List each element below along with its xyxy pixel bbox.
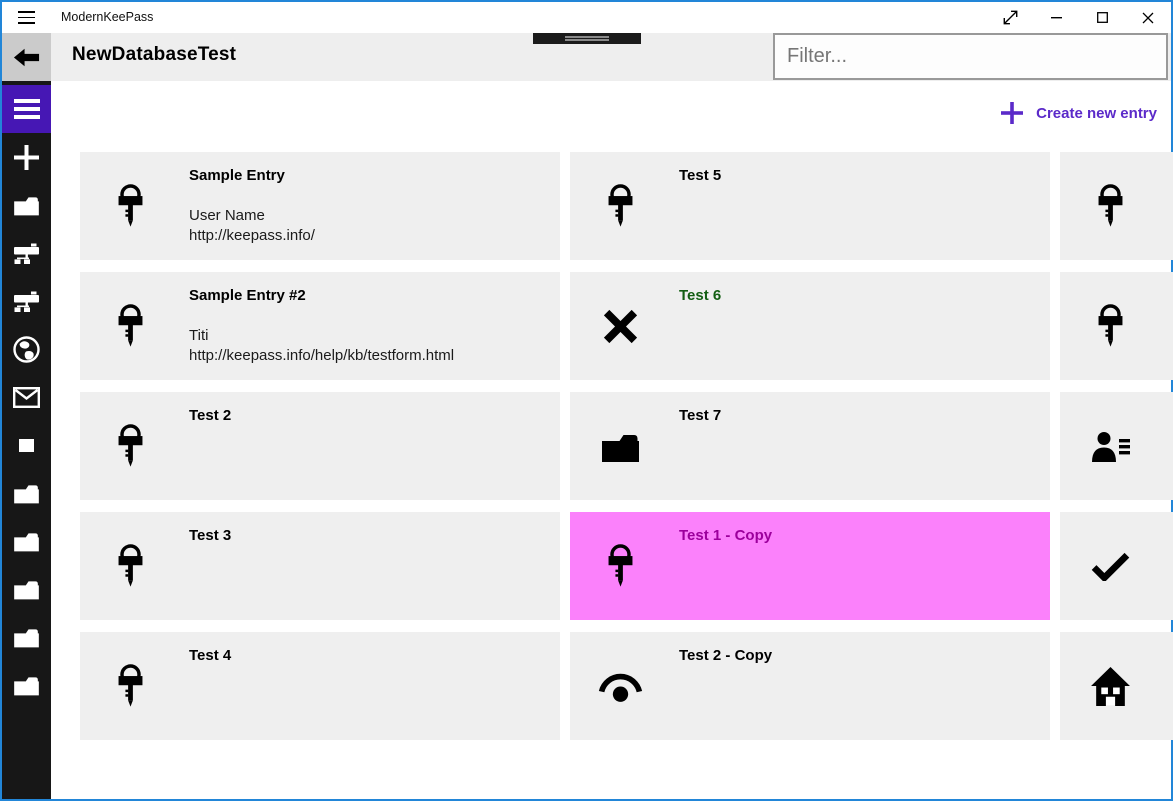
key-icon	[119, 544, 141, 587]
sidebar-item-folder-1[interactable]	[2, 469, 51, 517]
sidebar-item-square[interactable]	[2, 421, 51, 469]
sidebar-item-menu[interactable]	[2, 85, 51, 133]
hamburger-menu-icon	[13, 99, 40, 119]
sidebar-item-folder-3[interactable]	[2, 565, 51, 613]
globe-icon	[13, 335, 40, 363]
entry-card[interactable]	[1060, 272, 1173, 380]
entry-detail-line: http://keepass.info/help/kb/testform.htm…	[189, 347, 455, 364]
create-new-entry-button[interactable]: Create new entry	[1001, 102, 1157, 124]
entry-card[interactable]: Test 1 - Copy	[570, 512, 1050, 620]
folder-icon	[14, 677, 39, 696]
entry-title: Test 7	[679, 407, 722, 424]
key-icon	[119, 664, 141, 707]
entry-detail-line: User Name	[189, 207, 265, 224]
entry-title: Test 3	[189, 527, 232, 544]
key-icon	[119, 304, 141, 347]
sidebar-item-add[interactable]	[2, 133, 51, 181]
entry-detail-line: Titi	[189, 327, 209, 344]
entry-title: Test 5	[679, 167, 722, 184]
entry-card[interactable]	[1060, 152, 1173, 260]
filter-input[interactable]	[773, 33, 1168, 80]
sidebar-item-folder[interactable]	[2, 181, 51, 229]
entry-card[interactable]	[1060, 512, 1173, 620]
entry-title: Test 2 - Copy	[679, 647, 773, 664]
folder-icon	[14, 533, 39, 552]
titlebar-hamburger-icon[interactable]	[18, 11, 35, 24]
page-title: NewDatabaseTest	[72, 44, 237, 65]
folder-icon	[14, 629, 39, 648]
maximize-button[interactable]	[1079, 2, 1125, 33]
square-icon	[19, 438, 34, 452]
close-button[interactable]	[1125, 2, 1171, 33]
check-icon	[1091, 552, 1129, 581]
entry-title: Sample Entry #2	[189, 287, 306, 304]
network-drive-icon	[14, 291, 39, 312]
entry-card[interactable]: Test 6	[570, 272, 1050, 380]
sidebar-item-network-drive-1[interactable]	[2, 229, 51, 277]
entry-card[interactable]: Sample Entry User Name http://keepass.inf…	[80, 152, 560, 260]
entry-title: Test 1 - Copy	[679, 527, 773, 544]
key-icon	[609, 184, 631, 227]
entry-card[interactable]: Sample Entry #2 Titi http://keepass.info/…	[80, 272, 560, 380]
cross-icon	[603, 309, 637, 343]
create-new-entry-label: Create new entry	[1036, 104, 1157, 122]
app-title: ModernKeePass	[61, 10, 154, 24]
fullscreen-diagonal-icon	[1003, 10, 1017, 25]
minimize-icon	[1050, 16, 1062, 18]
sidebar-item-mail[interactable]	[2, 373, 51, 421]
entry-title: Sample Entry	[189, 167, 285, 184]
key-icon	[1099, 184, 1121, 227]
plus-icon	[14, 144, 39, 170]
key-icon	[1099, 304, 1121, 347]
key-icon	[609, 544, 631, 587]
entry-title: Test 6	[679, 287, 722, 304]
back-button[interactable]	[2, 33, 51, 81]
entry-card[interactable]: Test 5	[570, 152, 1050, 260]
entry-card[interactable]	[1060, 392, 1173, 500]
sidebar-item-folder-5[interactable]	[2, 661, 51, 709]
sidebar-item-network-drive-2[interactable]	[2, 277, 51, 325]
eye-arc-icon	[598, 673, 642, 702]
entry-card[interactable]: Test 7	[570, 392, 1050, 500]
entry-card[interactable]: Test 4	[80, 632, 560, 740]
entry-details: Titi http://keepass.info/help/kb/testform…	[189, 326, 454, 366]
entry-card[interactable]: Test 3	[80, 512, 560, 620]
entry-details: User Name http://keepass.info/	[189, 206, 315, 246]
sidebar-item-globe[interactable]	[2, 325, 51, 373]
entry-detail-line: http://keepass.info/	[189, 227, 315, 244]
sidebar	[2, 81, 51, 799]
fullscreen-button[interactable]	[987, 2, 1033, 33]
window-controls	[987, 2, 1171, 33]
entries-grid: Sample Entry User Name http://keepass.inf…	[80, 152, 1173, 740]
modernkeepass-window: { "window": { "title": "ModernKeePass", …	[0, 0, 1173, 801]
folder-icon	[14, 197, 39, 216]
entry-title: Test 4	[189, 647, 232, 664]
entry-card[interactable]: Test 2	[80, 392, 560, 500]
page-header: NewDatabaseTest	[2, 33, 1171, 81]
key-icon	[119, 424, 141, 467]
folder-icon	[14, 485, 39, 504]
home-icon	[1090, 666, 1130, 706]
sidebar-item-folder-2[interactable]	[2, 517, 51, 565]
close-icon	[1142, 12, 1154, 23]
folder-icon	[14, 581, 39, 600]
title-bar: ModernKeePass	[2, 2, 1171, 33]
back-arrow-icon	[13, 48, 40, 66]
maximize-icon	[1096, 12, 1108, 23]
entry-title: Test 2	[189, 407, 232, 424]
appbar-handle[interactable]	[533, 33, 641, 44]
entry-card[interactable]: Test 2 - Copy	[570, 632, 1050, 740]
key-icon	[119, 184, 141, 227]
mail-envelope-icon	[13, 386, 40, 408]
entry-card[interactable]	[1060, 632, 1173, 740]
contact-list-icon	[1091, 431, 1130, 462]
plus-icon	[1001, 102, 1024, 124]
minimize-button[interactable]	[1033, 2, 1079, 33]
network-drive-icon	[14, 243, 39, 264]
sidebar-item-folder-4[interactable]	[2, 613, 51, 661]
folder-icon	[601, 434, 639, 462]
